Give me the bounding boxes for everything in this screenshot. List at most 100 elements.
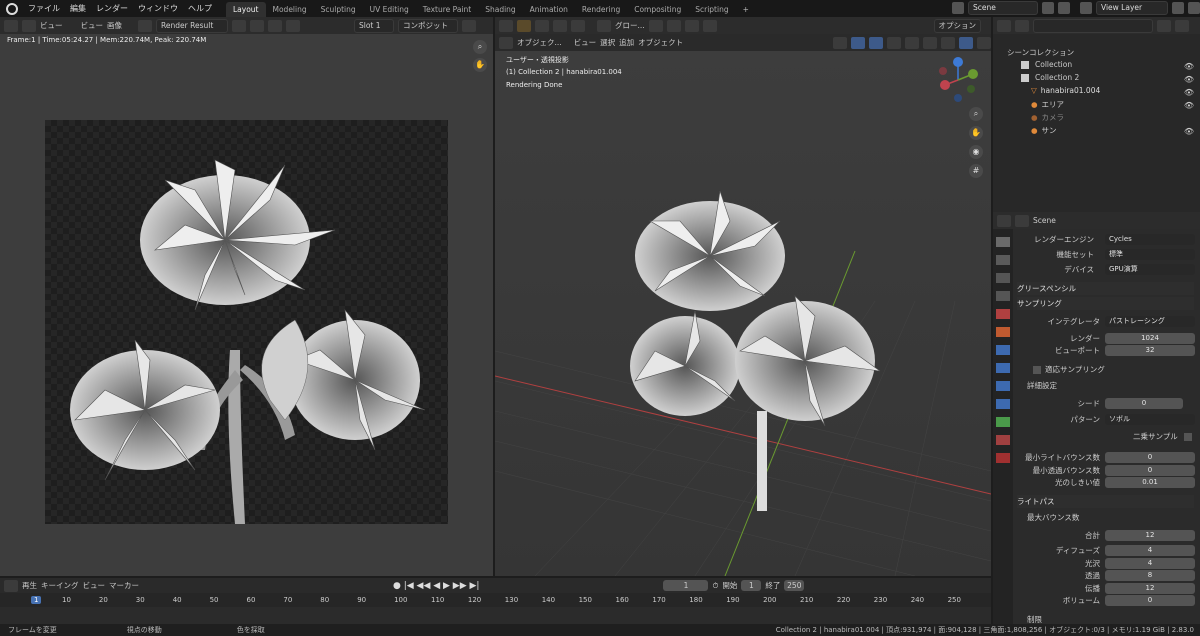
image-view-button[interactable]: ビュー [81, 20, 104, 31]
slot-select[interactable]: Slot 1 [354, 18, 394, 33]
playback-controls[interactable]: ● |◀ ◀◀ ◀ ▶ ▶▶ ▶| [393, 581, 479, 591]
camera-view-icon[interactable]: ◉ [969, 145, 983, 159]
filter-icon[interactable] [1157, 19, 1171, 32]
shading-wire-icon[interactable] [905, 36, 919, 49]
pan-hand-icon[interactable]: ✋ [473, 58, 487, 72]
properties-type-icon[interactable] [997, 214, 1011, 227]
image-menu[interactable]: 画像 [107, 20, 122, 31]
unlink-image-icon[interactable] [286, 19, 300, 32]
outliner-item-camera[interactable]: ● カメラ [1031, 112, 1064, 123]
menu-window[interactable]: ウィンドウ [138, 3, 178, 14]
texture-tab-icon[interactable] [996, 453, 1010, 463]
integrator-select[interactable]: パストレーシング [1105, 316, 1195, 327]
scene-collection-row[interactable]: シーンコレクション [1007, 47, 1074, 58]
ortho-toggle-icon[interactable]: # [969, 164, 983, 178]
diffuse-bounces-field[interactable]: 4 [1105, 545, 1195, 556]
stopwatch-icon[interactable]: ⏱ [712, 581, 718, 591]
view-layer-tab-icon[interactable] [996, 291, 1010, 301]
viewport-pan-icon[interactable]: ✋ [969, 126, 983, 140]
light-threshold-field[interactable]: 0.01 [1105, 477, 1195, 488]
shading-material-icon[interactable] [941, 36, 955, 49]
object-mode-icon[interactable] [499, 36, 513, 49]
current-frame-marker[interactable]: 1 [31, 596, 42, 604]
shading-solid-icon[interactable] [923, 36, 937, 49]
viewport-canvas[interactable] [494, 51, 992, 577]
outliner-item-area-light[interactable]: ● エリア [1031, 99, 1064, 110]
menu-help[interactable]: ヘルプ [188, 3, 212, 14]
orientation-dropdown[interactable]: グロー... [615, 20, 645, 31]
3d-viewport[interactable]: グロー... オプション オブジェク... ビュー 選択 追加 オブジェクト ユ… [494, 17, 992, 577]
menu-edit[interactable]: 編集 [70, 3, 86, 14]
tool-tab-icon[interactable] [996, 237, 1010, 247]
material-tab-icon[interactable] [996, 435, 1010, 445]
new-image-icon[interactable] [250, 19, 264, 32]
pause-render-icon[interactable] [977, 36, 991, 49]
keying-menu[interactable]: キーイング [41, 580, 79, 591]
particles-tab-icon[interactable] [996, 363, 1010, 373]
checkbox-icon[interactable] [1021, 60, 1029, 69]
outliner-item-sun[interactable]: ● サン [1031, 125, 1057, 136]
viewport-editor-type-icon[interactable] [499, 19, 513, 32]
tab-uv-editing[interactable]: UV Editing [363, 2, 416, 17]
outliner-item-collection[interactable]: Collection [1021, 60, 1072, 69]
playback-menu[interactable]: 再生 [22, 580, 37, 591]
options-dropdown[interactable]: オプション [933, 19, 981, 33]
add-menu[interactable]: 追加 [619, 37, 634, 48]
viewport-samples-field[interactable]: 32 [1105, 345, 1195, 356]
open-image-icon[interactable] [268, 19, 282, 32]
light-paths-panel[interactable]: ライトパス [1017, 495, 1194, 508]
outliner-search-input[interactable] [1033, 18, 1153, 33]
select-mode-3-icon[interactable] [571, 19, 585, 32]
tab-scripting[interactable]: Scripting [688, 2, 735, 17]
tab-modeling[interactable]: Modeling [266, 2, 314, 17]
copy-scene-icon[interactable] [1042, 2, 1054, 14]
modifier-tab-icon[interactable] [996, 345, 1010, 355]
seed-field[interactable]: 0 [1105, 398, 1183, 409]
snap-icon[interactable] [666, 19, 681, 32]
fake-user-icon[interactable] [232, 19, 246, 32]
start-frame-field[interactable]: 1 [741, 580, 762, 591]
adaptive-sampling-row[interactable]: 適応サンプリング [1033, 364, 1105, 375]
pivot-icon[interactable] [648, 19, 663, 32]
data-tab-icon[interactable] [996, 417, 1010, 427]
render-samples-field[interactable]: 1024 [1105, 333, 1195, 344]
grease-pencil-panel[interactable]: グリースペンシル [1017, 282, 1194, 295]
tab-animation[interactable]: Animation [523, 2, 575, 17]
overlay-toggle-icon[interactable] [869, 36, 883, 49]
view-menu[interactable]: ビュー [574, 37, 597, 48]
tab-compositing[interactable]: Compositing [627, 2, 688, 17]
square-samples-row[interactable]: 二乗サンプル [1133, 431, 1192, 442]
image-browse-icon[interactable] [138, 19, 152, 32]
tab-shading[interactable]: Shading [478, 2, 522, 17]
transmission-bounces-field[interactable]: 12 [1105, 583, 1195, 594]
min-transparent-bounces-field[interactable]: 0 [1105, 465, 1195, 476]
delete-scene-icon[interactable] [1058, 2, 1070, 14]
visibility-eye-icons[interactable]: 👁 👁 👁 👁 👁 [1184, 60, 1194, 138]
scene-icon[interactable] [952, 2, 964, 14]
falloff-icon[interactable] [702, 19, 717, 32]
constraints-tab-icon[interactable] [996, 399, 1010, 409]
copy-layer-icon[interactable] [1172, 2, 1184, 14]
outliner-item-collection-2[interactable]: Collection 2 [1021, 73, 1079, 82]
render-tab-icon[interactable] [996, 255, 1010, 265]
volume-bounces-field[interactable]: 0 [1105, 595, 1195, 606]
shading-rendered-icon[interactable] [959, 36, 973, 49]
image-name-field[interactable]: Render Result [156, 18, 228, 33]
select-mode-1-icon[interactable] [535, 19, 549, 32]
scene-field[interactable]: Scene [968, 1, 1038, 15]
zoom-icon[interactable]: ⌕ [473, 40, 487, 54]
square-samples-checkbox[interactable] [1183, 432, 1192, 441]
tab-sculpting[interactable]: Sculpting [314, 2, 363, 17]
delete-layer-icon[interactable] [1188, 2, 1200, 14]
total-bounces-field[interactable]: 12 [1105, 530, 1195, 541]
transparency-bounces-field[interactable]: 8 [1105, 570, 1195, 581]
display-channels-icon[interactable] [462, 19, 476, 32]
adaptive-checkbox[interactable] [1033, 365, 1041, 374]
checkbox-icon[interactable] [1021, 73, 1029, 82]
object-tab-icon[interactable] [996, 327, 1010, 337]
gizmo-toggle-icon[interactable] [851, 36, 865, 49]
scene-tab-icon[interactable] [996, 309, 1010, 319]
timeline-type-icon[interactable] [4, 579, 18, 592]
render-engine-select[interactable]: Cycles [1105, 234, 1195, 245]
physics-tab-icon[interactable] [996, 381, 1010, 391]
